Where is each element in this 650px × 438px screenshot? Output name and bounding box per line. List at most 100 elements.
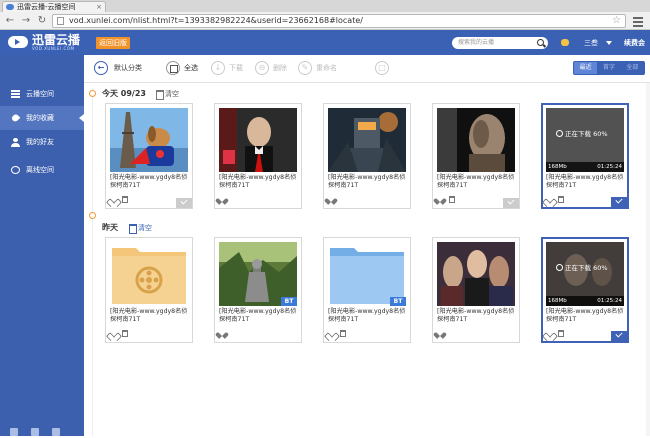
trash-icon[interactable] [340, 330, 346, 337]
bt-folder-card[interactable]: BT [阳光电影-www.ygdy8名侦探柯南71T [323, 237, 411, 343]
search-placeholder: 搜索我的云播 [458, 39, 495, 46]
folder-card[interactable]: [阳光电影-www.ygdy8名侦探柯南71T [105, 237, 193, 343]
video-card[interactable]: [阳光电影-www.ygdy8名侦探柯南71T [432, 103, 520, 209]
card-actions [437, 330, 449, 338]
sidebar-item-label: 我的收藏 [26, 114, 54, 122]
file-name: [阳光电影-www.ygdy8名侦探柯南71T [110, 308, 188, 323]
search-input[interactable]: 搜索我的云播 [452, 37, 548, 49]
favicon-icon [6, 4, 14, 10]
phone-icon[interactable] [31, 428, 39, 436]
toolbar: ← 默认分类 全选 ↓ 下载 ⊖ 删除 ✎ 重命名 □ 最近 首字 全部 [84, 55, 650, 83]
delete-button[interactable]: 删除 [273, 64, 287, 73]
thumbnail-image: 正在下载 60% 168Mb 01:25:24 [546, 108, 624, 172]
delete-icon[interactable]: ⊖ [255, 61, 269, 75]
address-bar: ← → ↻ vod.xunlei.com/nlist.html?t=139338… [0, 12, 650, 30]
favorite-icon[interactable] [546, 330, 553, 337]
favorite-icon[interactable] [328, 330, 335, 337]
sidebar-item-offline[interactable]: 离线空间 [0, 158, 84, 182]
section-date: 昨天 [102, 223, 118, 232]
search-icon[interactable] [537, 39, 544, 46]
android-icon[interactable] [52, 428, 60, 436]
video-card[interactable]: [阳光电影-www.ygdy8名侦探柯南71T [214, 103, 302, 209]
favorite-icon[interactable] [219, 330, 226, 337]
file-name: [阳光电影-www.ygdy8名侦探柯南71T [546, 174, 624, 189]
download-info-bar: 168Mb 01:25:24 [546, 296, 624, 306]
main-content: ← 默认分类 全选 ↓ 下载 ⊖ 删除 ✎ 重命名 □ 最近 首字 全部 今天 … [84, 55, 650, 436]
forward-arrow-icon[interactable]: → [20, 15, 32, 27]
rename-button[interactable]: 重命名 [316, 64, 337, 73]
sort-recent[interactable]: 最近 [574, 62, 598, 74]
close-tab-icon[interactable]: × [96, 2, 102, 12]
favorite-icon[interactable] [328, 196, 335, 203]
selected-check-icon[interactable] [611, 197, 627, 207]
download-button[interactable]: 下载 [229, 64, 243, 73]
file-name: [阳光电影-www.ygdy8名侦探柯南71T [110, 174, 188, 189]
favorite-icon[interactable] [546, 196, 553, 203]
file-name: [阳光电影-www.ygdy8名侦探柯南71T [328, 174, 406, 189]
browser-window: 迅雷云播-云播空间 × ← → ↻ vod.xunlei.com/nlist.h… [0, 0, 650, 436]
video-card-downloading[interactable]: 正在下载 60% 168Mb 01:25:24 [阳光电影-www.ygdy8名… [541, 103, 629, 209]
duration: 01:25:24 [597, 164, 622, 170]
card-actions [110, 330, 128, 338]
username[interactable]: 三叁 [584, 38, 598, 48]
video-card[interactable]: [阳光电影-www.ygdy8名侦探柯南71T [323, 103, 411, 209]
back-to-old-version-button[interactable]: 返回旧版 [96, 37, 130, 49]
video-card-downloading[interactable]: 正在下载 60% 168Mb 01:25:24 [阳光电影-www.ygdy8名… [541, 237, 629, 343]
selected-check-icon[interactable] [611, 331, 627, 341]
timeline-dot [89, 90, 96, 97]
select-all-checkbox[interactable] [166, 61, 180, 75]
timeline-line [92, 88, 93, 436]
favorite-icon[interactable] [437, 330, 444, 337]
scrollbar[interactable] [646, 83, 650, 436]
reload-icon[interactable]: ↻ [36, 15, 48, 27]
favorite-icon[interactable] [110, 330, 117, 337]
video-card[interactable]: [阳光电影-www.ygdy8名侦探柯南71T [432, 237, 520, 343]
sidebar-item-label: 离线空间 [26, 166, 54, 174]
select-check-icon[interactable] [503, 198, 519, 208]
browser-tab[interactable]: 迅雷云播-云播空间 × [2, 1, 106, 12]
file-size: 168Mb [548, 298, 567, 304]
back-button[interactable]: ← [94, 61, 108, 75]
trash-icon[interactable] [449, 196, 455, 203]
trash-icon[interactable] [558, 330, 564, 337]
sort-initial[interactable]: 首字 [597, 62, 620, 74]
sort-toggle: 最近 首字 全部 [573, 61, 645, 75]
clear-section-button[interactable]: 清空 [156, 89, 179, 100]
trash-icon[interactable] [558, 196, 564, 203]
renew-vip-link[interactable]: 续费会 [624, 38, 645, 48]
card-actions [546, 196, 564, 204]
chevron-down-icon[interactable] [606, 41, 612, 45]
favorite-icon[interactable] [437, 196, 444, 203]
select-all-label[interactable]: 全选 [184, 64, 198, 73]
clear-section-button[interactable]: 清空 [129, 223, 152, 234]
pc-icon[interactable] [10, 428, 18, 436]
thumbnail-image [437, 108, 515, 172]
trash-icon[interactable] [122, 330, 128, 337]
tab-title: 迅雷云播-云播空间 [17, 3, 76, 11]
sidebar-item-favorites[interactable]: 我的收藏 [0, 106, 84, 130]
video-card[interactable]: [阳光电影-www.ygdy8名侦探柯南71T [105, 103, 193, 209]
sort-all[interactable]: 全部 [621, 62, 644, 74]
bookmark-star-icon[interactable]: ☆ [612, 15, 621, 27]
extra-action-icon[interactable]: □ [375, 61, 389, 75]
sidebar-item-friends[interactable]: 我的好友 [0, 130, 84, 154]
bt-card[interactable]: BT [阳光电影-www.ygdy8名侦探柯南71T [214, 237, 302, 343]
download-icon[interactable]: ↓ [211, 61, 225, 75]
user-icon [11, 138, 20, 147]
favorite-icon[interactable] [110, 196, 117, 203]
back-arrow-icon[interactable]: ← [4, 15, 16, 27]
url-field[interactable]: vod.xunlei.com/nlist.html?t=139338298222… [52, 14, 626, 28]
default-category-label[interactable]: 默认分类 [114, 64, 142, 73]
file-name: [阳光电影-www.ygdy8名侦探柯南71T [546, 308, 624, 323]
trash-icon[interactable] [122, 196, 128, 203]
card-actions [437, 196, 455, 204]
browser-menu-icon[interactable] [632, 15, 644, 27]
app-header: 迅雷云播 VOD.XUNLEI.COM 返回旧版 搜索我的云播 三叁 续费会 [0, 30, 650, 55]
rename-icon[interactable]: ✎ [298, 61, 312, 75]
page-icon [57, 17, 64, 25]
select-check-icon[interactable] [176, 198, 192, 208]
favorite-icon[interactable] [219, 196, 226, 203]
coin-icon[interactable] [561, 39, 569, 46]
sidebar-item-cloud-space[interactable]: 云播空间 [0, 82, 84, 106]
folder-thumbnail [110, 242, 188, 306]
